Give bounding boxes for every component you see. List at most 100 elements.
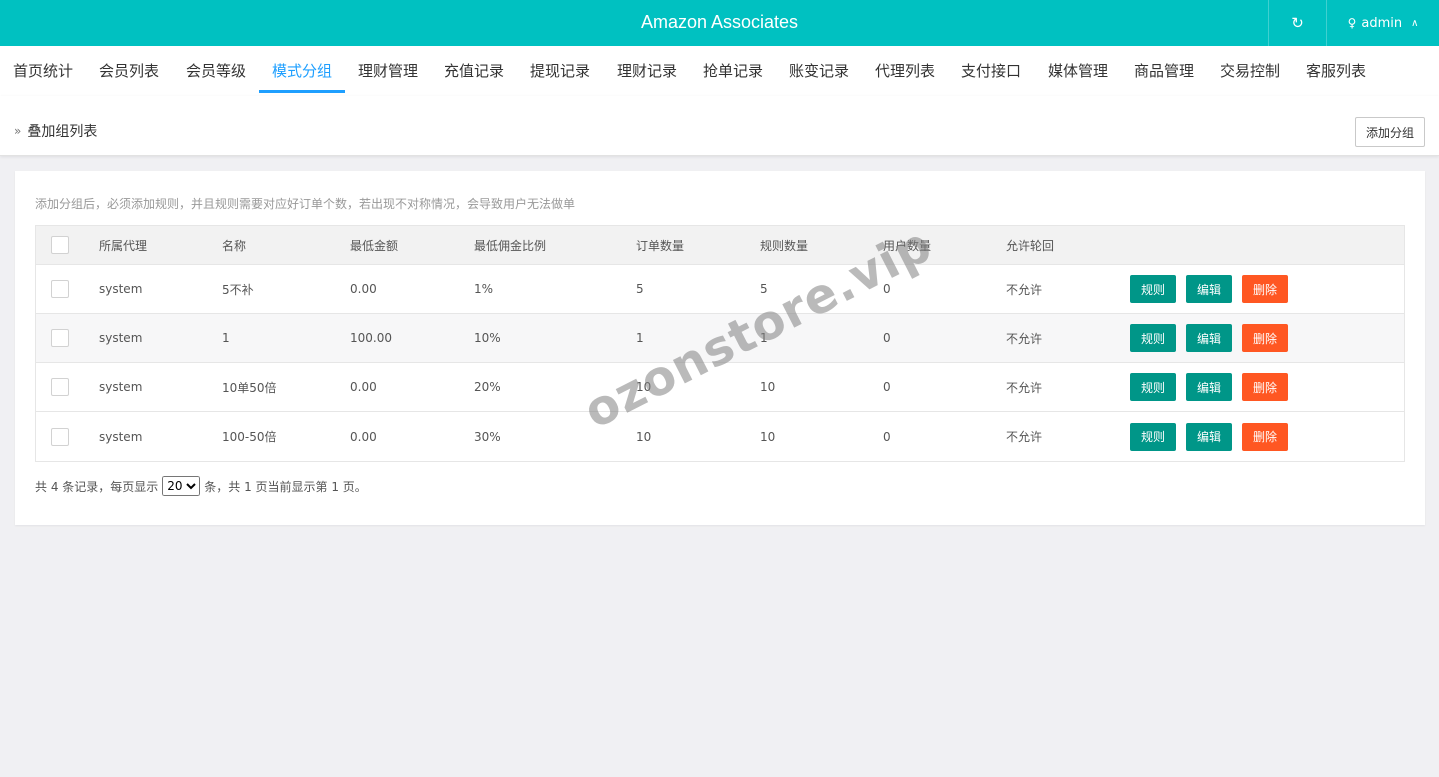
edit-button[interactable]: 编辑 [1186,373,1233,401]
table-row: system 100-50倍 0.00 30% 10 10 0 不允许 规则 编… [36,412,1404,461]
col-min-amount: 最低金额 [350,238,399,253]
top-bar: Amazon Associates ↻ ♀ admin ∧ [0,0,1439,46]
row-checkbox[interactable] [51,329,69,347]
rules-button[interactable]: 规则 [1130,275,1177,303]
edit-button[interactable]: 编辑 [1186,324,1233,352]
col-rule-count: 规则数量 [760,238,809,253]
app-title: Amazon Associates [640,12,799,32]
delete-button[interactable]: 删除 [1242,324,1289,352]
col-name: 名称 [222,238,247,253]
delete-button[interactable]: 删除 [1242,422,1289,451]
breadcrumb: » 叠加组列表 [14,96,97,166]
table-row: system 10单50倍 0.00 20% 10 10 0 不允许 规则 编辑… [36,363,1404,412]
table-row: system 5不补 0.00 1% 5 5 0 不允许 规则 编辑 删除 [36,265,1404,314]
nav-item-finance-records[interactable]: 理财记录 [615,46,679,96]
cell-name: 100-50倍 [222,430,277,444]
delete-button[interactable]: 删除 [1242,373,1289,401]
cell-min-commission: 20% [474,380,501,394]
page-size-select[interactable]: 20 [162,476,201,496]
cell-name: 10单50倍 [222,380,277,395]
refresh-icon: ↻ [1291,14,1304,32]
cell-user-count: 0 [883,429,891,444]
user-icon: ♀ [1347,16,1357,30]
cell-name: 5不补 [222,282,254,297]
cell-order-count: 10 [636,380,652,394]
rules-button[interactable]: 规则 [1130,373,1177,401]
rules-button[interactable]: 规则 [1130,324,1177,352]
cell-allow-cycle: 不允许 [1006,430,1043,444]
chevron-up-icon: ∧ [1411,17,1419,29]
cell-min-commission: 10% [474,331,501,345]
nav-item-dashboard[interactable]: 首页统计 [11,46,75,96]
nav-item-member-levels[interactable]: 会员等级 [184,46,248,96]
cell-order-count: 10 [636,429,652,444]
cell-min-commission: 1% [474,282,494,296]
content-card: 添加分组后，必须添加规则，并且规则需要对应好订单个数，若出现不对称情况，会导致用… [15,171,1425,525]
cell-min-amount: 100.00 [350,331,392,345]
cell-rule-count: 10 [760,380,776,394]
cell-min-amount: 0.00 [350,429,377,444]
cell-name: 1 [222,331,230,345]
cell-user-count: 0 [883,282,891,296]
col-order-count: 订单数量 [636,238,685,253]
cell-min-commission: 30% [474,429,501,444]
row-checkbox[interactable] [51,280,69,298]
cell-order-count: 1 [636,331,644,345]
double-chevron-icon: » [14,124,22,138]
cell-allow-cycle: 不允许 [1006,380,1043,395]
nav-item-trade-control[interactable]: 交易控制 [1218,46,1282,96]
table-row: system 1 100.00 10% 1 1 0 不允许 规则 编辑 删除 [36,314,1404,363]
edit-button[interactable]: 编辑 [1186,422,1233,451]
pager-suffix: 条，共 1 页当前显示第 1 页。 [204,479,367,494]
nav-item-balance-changes[interactable]: 账变记录 [787,46,851,96]
cell-agent: system [99,282,143,296]
notice-text: 添加分组后，必须添加规则，并且规则需要对应好订单个数，若出现不对称情况，会导致用… [35,197,576,211]
col-min-commission: 最低佣金比例 [474,238,547,253]
nav-item-recharge[interactable]: 充值记录 [442,46,506,96]
nav-item-finance[interactable]: 理财管理 [356,46,420,96]
rules-button[interactable]: 规则 [1130,422,1177,451]
cell-agent: system [99,331,143,345]
cell-min-amount: 0.00 [350,282,377,296]
col-user-count: 用户数量 [883,238,932,253]
refresh-button[interactable]: ↻ [1268,0,1326,46]
row-actions: 规则 编辑 删除 [1130,314,1298,362]
cell-agent: system [99,380,143,394]
nav-item-products[interactable]: 商品管理 [1132,46,1196,96]
breadcrumb-label: 叠加组列表 [27,124,98,140]
user-menu[interactable]: ♀ admin ∧ [1326,0,1439,46]
sub-header: » 叠加组列表 添加分组 [0,96,1439,156]
user-name: admin [1361,15,1403,31]
row-checkbox[interactable] [51,427,69,446]
nav-item-withdraw[interactable]: 提现记录 [528,46,592,96]
cell-rule-count: 1 [760,331,768,345]
table-header: 所属代理 名称 最低金额 最低佣金比例 订单数量 规则数量 用户数量 允许轮回 [36,226,1404,265]
col-allow-cycle: 允许轮回 [1006,238,1055,253]
cell-user-count: 0 [883,331,891,345]
col-agent: 所属代理 [99,238,148,253]
cell-allow-cycle: 不允许 [1006,282,1043,297]
row-actions: 规则 编辑 删除 [1130,363,1298,411]
pager-prefix: 共 4 条记录，每页显示 [35,479,159,494]
pagination: 共 4 条记录，每页显示 20 条，共 1 页当前显示第 1 页。 [35,476,367,496]
nav-item-agents[interactable]: 代理列表 [873,46,937,96]
nav-item-media[interactable]: 媒体管理 [1046,46,1110,96]
delete-button[interactable]: 删除 [1242,275,1289,303]
nav-item-payment[interactable]: 支付接口 [959,46,1023,96]
cell-min-amount: 0.00 [350,380,377,394]
cell-allow-cycle: 不允许 [1006,331,1043,346]
cell-rule-count: 10 [760,429,776,444]
nav-item-members[interactable]: 会员列表 [97,46,161,96]
add-group-button[interactable]: 添加分组 [1355,117,1425,147]
row-checkbox[interactable] [51,378,69,396]
select-all-checkbox[interactable] [51,236,69,254]
nav-item-customer-service[interactable]: 客服列表 [1304,46,1368,96]
edit-button[interactable]: 编辑 [1186,275,1233,303]
row-actions: 规则 编辑 删除 [1130,412,1298,461]
nav-item-grab-orders[interactable]: 抢单记录 [701,46,765,96]
cell-agent: system [99,429,143,444]
nav-item-mode-groups[interactable]: 模式分组 [259,46,345,96]
cell-order-count: 5 [636,282,644,296]
row-actions: 规则 编辑 删除 [1130,265,1298,313]
group-table: 所属代理 名称 最低金额 最低佣金比例 订单数量 规则数量 用户数量 允许轮回 … [35,225,1405,462]
